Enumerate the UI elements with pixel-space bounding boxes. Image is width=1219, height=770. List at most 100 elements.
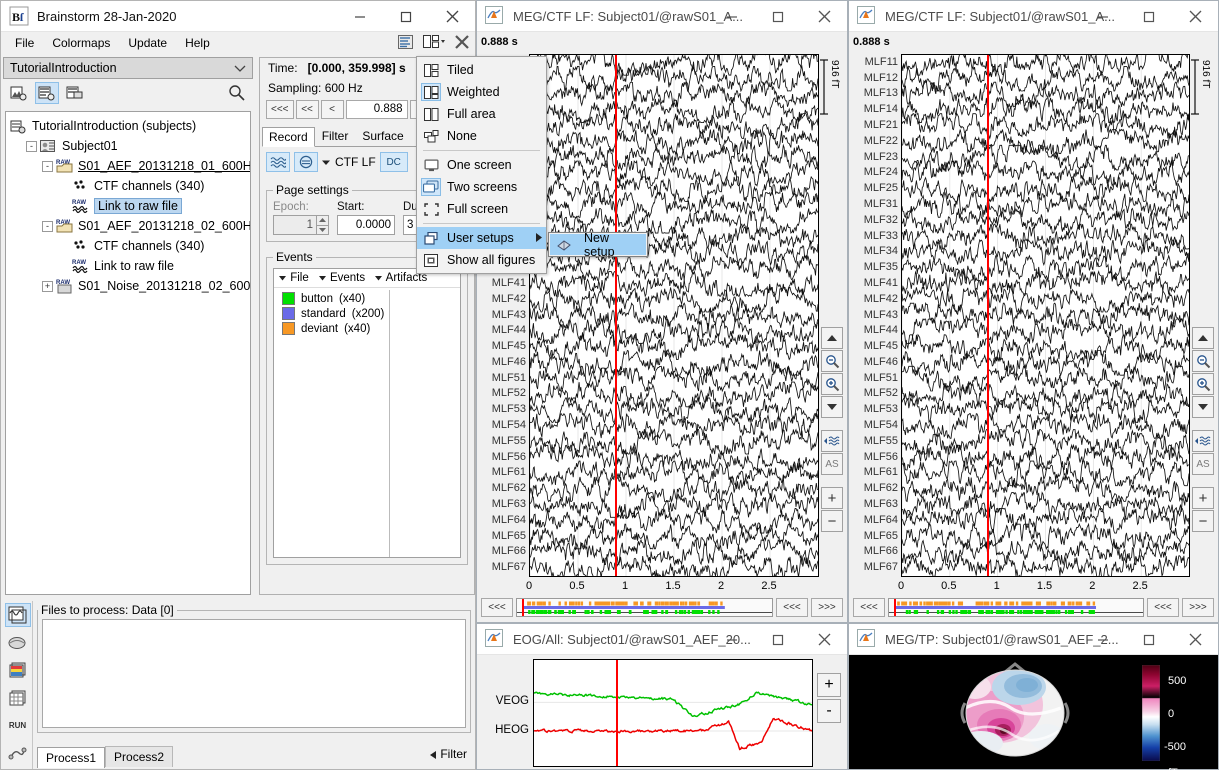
increase-gain-icon[interactable]: + [1192,487,1214,509]
time-cursor[interactable] [987,55,989,576]
menu-update[interactable]: Update [120,34,175,52]
process-matrix-icon[interactable] [5,686,31,710]
current-time-input[interactable]: 0.888 [346,100,408,119]
scroll-down-icon[interactable] [1192,396,1214,418]
layout-dropdown-menu[interactable]: TiledWeightedFull areaNone One screenTwo … [416,56,547,274]
close-button[interactable] [429,1,475,32]
menu-item-show-all-figures[interactable]: Show all figures [417,249,546,271]
tab-surface[interactable]: Surface [355,126,410,146]
menu-item-user-setups[interactable]: User setups [417,227,546,249]
maximize-button[interactable] [383,1,429,32]
meg-left-nav-back[interactable]: <<< [776,598,808,617]
menu-item-tiled[interactable]: Tiled [417,59,546,81]
tree-node[interactable]: CTF channels (340) [6,236,250,256]
nav-prev-button[interactable]: < [321,100,344,119]
scroll-down-icon[interactable] [821,396,843,418]
menu-item-full-area[interactable]: Full area [417,103,546,125]
run-icon[interactable]: RUN [5,714,31,738]
maximize-button[interactable] [755,1,801,32]
zoom-in-icon[interactable] [1192,373,1214,395]
increase-gain-icon[interactable]: + [821,487,843,509]
montage-label[interactable]: CTF LF [335,155,376,169]
meg-left-nav-first[interactable]: <<< [481,598,513,617]
scroll-up-icon[interactable] [821,327,843,349]
layers-icon[interactable] [398,35,413,52]
auto-scale-icon[interactable]: AS [1192,453,1214,475]
tree-expander[interactable]: - [42,161,53,172]
zoom-in-icon[interactable] [821,373,843,395]
close-button[interactable] [1172,1,1218,32]
epoch-stepper[interactable] [317,215,329,235]
layout-icon[interactable] [423,35,445,52]
meg-right-nav-first[interactable]: <<< [853,598,885,617]
zoom-out-icon[interactable] [821,350,843,372]
tree-node[interactable]: -RAWS01_AEF_20131218_01_600Hz [6,156,250,176]
meg-left-nav-forward[interactable]: >>> [811,598,843,617]
montage-icon[interactable] [821,430,843,452]
decrease-gain-icon[interactable]: − [821,510,843,532]
start-input[interactable]: 0.0000 [337,215,395,235]
dc-button[interactable]: DC [380,152,408,172]
menu-file[interactable]: File [7,34,42,52]
process-source-icon[interactable] [5,631,31,655]
maximize-button[interactable] [755,624,801,655]
process-timefreq-icon[interactable] [5,658,31,682]
caret-down-icon[interactable] [322,155,331,169]
scroll-up-icon[interactable] [1192,327,1214,349]
meg-right-nav-forward[interactable]: >>> [1182,598,1214,617]
files-to-process-list[interactable] [42,619,466,728]
tree-node[interactable]: TutorialIntroduction (subjects) [6,116,250,136]
decrease-gain-icon[interactable]: - [817,699,841,723]
meg-right-event-timeline[interactable] [888,598,1144,617]
topo-body[interactable]: 500 0 -500 fT [849,655,1218,769]
event-row-button[interactable]: button (x40) [278,291,456,306]
circle-minus-icon[interactable] [294,152,318,172]
meg-left-event-timeline[interactable] [516,598,773,617]
minimize-button[interactable] [709,1,755,32]
functional-subjects-icon[interactable] [35,82,59,104]
zoom-out-icon[interactable] [1192,350,1214,372]
menu-item-none[interactable]: None [417,125,546,147]
process-filter-toggle[interactable]: Filter [430,747,467,761]
events-menu-events[interactable]: Events [319,272,365,284]
epoch-input[interactable]: 1 [273,215,317,235]
auto-scale-icon[interactable]: AS [821,453,843,475]
time-cursor[interactable] [615,55,617,576]
tree-node[interactable]: RAWLink to raw file [6,256,250,276]
tree-node[interactable]: -RAWS01_AEF_20131218_02_600Hz [6,216,250,236]
menu-item-one-screen[interactable]: One screen [417,154,546,176]
close-button[interactable] [1172,624,1218,655]
close-all-icon[interactable] [455,35,469,52]
minimize-button[interactable] [1080,624,1126,655]
tab-process1[interactable]: Process1 [37,747,105,768]
maximize-button[interactable] [1126,624,1172,655]
menu-help[interactable]: Help [177,34,218,52]
database-tree[interactable]: TutorialIntroduction (subjects)-Subject0… [5,111,251,595]
nav-first-button[interactable]: <<< [266,100,294,119]
tab-record[interactable]: Record [262,127,315,147]
tree-node[interactable]: RAWLink to raw file [6,196,250,216]
menu-item-two-screens[interactable]: Two screens [417,176,546,198]
waves-icon[interactable] [266,152,290,172]
close-button[interactable] [801,624,847,655]
menu-item-full-screen[interactable]: Full screen [417,198,546,220]
tab-filter[interactable]: Filter [315,126,356,146]
menu-colormaps[interactable]: Colormaps [44,34,118,52]
nav-prev-page-button[interactable]: << [296,100,319,119]
new-setup-menu-item[interactable]: New setup [550,234,646,255]
menu-item-weighted[interactable]: Weighted [417,81,546,103]
tab-process2[interactable]: Process2 [105,746,173,767]
minimize-button[interactable] [1080,1,1126,32]
tree-node[interactable]: -Subject01 [6,136,250,156]
close-button[interactable] [801,1,847,32]
minimize-button[interactable] [337,1,383,32]
eog-plot[interactable] [533,659,813,767]
tree-expander[interactable]: - [26,141,37,152]
tree-expander[interactable]: - [42,221,53,232]
montage-icon[interactable] [1192,430,1214,452]
event-row-standard[interactable]: standard (x200) [278,306,456,321]
meg-left-plot[interactable] [529,54,819,577]
functional-conditions-icon[interactable] [63,82,87,104]
user-setups-submenu[interactable]: New setup [548,232,648,257]
increase-gain-icon[interactable]: + [817,673,841,697]
